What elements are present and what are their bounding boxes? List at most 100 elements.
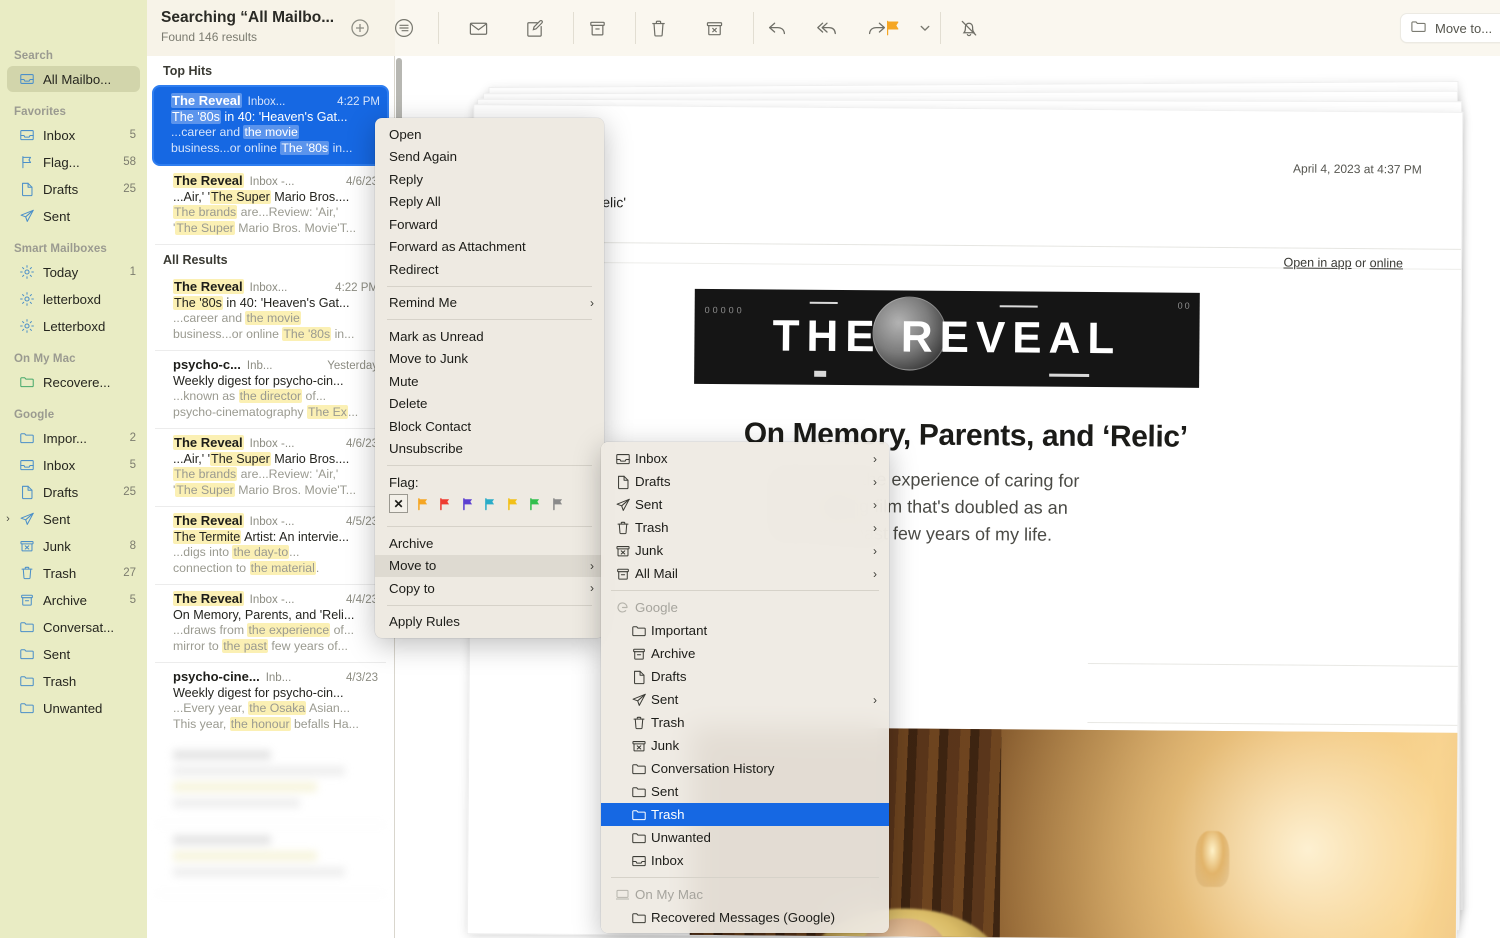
submenu-item-unwanted[interactable]: Unwanted: [601, 826, 889, 849]
flag-color-4-icon[interactable]: [482, 496, 498, 512]
sidebar-item-archive[interactable]: Archive5: [7, 587, 140, 613]
chevron-right-icon: ›: [873, 567, 877, 581]
context-menu-item-reply-all[interactable]: Reply All: [375, 191, 604, 214]
submenu-item-drafts[interactable]: Drafts: [601, 665, 889, 688]
message-list-item[interactable]: The RevealInbox...4:22 PMThe '80s in 40:…: [153, 86, 388, 165]
message-list-item[interactable]: The RevealInbox -...4/5/23The Termite Ar…: [155, 507, 386, 585]
sidebar-item-inbox[interactable]: Inbox5: [7, 122, 140, 148]
message-list-item[interactable]: The RevealInbox -...4/6/23...Air,' 'The …: [155, 429, 386, 507]
flag-color-6-icon[interactable]: [527, 496, 543, 512]
open-in-app-link[interactable]: Open in app: [1283, 255, 1351, 270]
context-menu-item-forward-as-attachment[interactable]: Forward as Attachment: [375, 236, 604, 259]
compose-icon[interactable]: [520, 14, 548, 42]
reply-all-icon[interactable]: [813, 14, 841, 42]
sidebar-item-sent[interactable]: ›Sent: [7, 506, 140, 532]
message-list-item[interactable]: The RevealInbox...4:22 PMThe '80s in 40:…: [155, 273, 386, 351]
list-item-blurred-2[interactable]: [155, 825, 386, 894]
submenu-item-sent[interactable]: Sent›: [601, 688, 889, 711]
context-menu-item-forward[interactable]: Forward: [375, 213, 604, 236]
submenu-item-sent[interactable]: Sent: [601, 780, 889, 803]
online-link[interactable]: online: [1370, 256, 1403, 270]
submenu-item-conversation-history[interactable]: Conversation History: [601, 757, 889, 780]
reply-icon[interactable]: [763, 14, 791, 42]
context-menu-item-mark-as-unread[interactable]: Mark as Unread: [375, 325, 604, 348]
submenu-item-drafts[interactable]: Drafts›: [601, 470, 889, 493]
sidebar-item-recovere[interactable]: Recovere...: [7, 369, 140, 395]
sidebar-item-flag[interactable]: Flag...58: [7, 149, 140, 175]
submenu-item-all-mail[interactable]: All Mail›: [601, 562, 889, 585]
context-menu-item-move-to[interactable]: Move to›: [375, 555, 604, 578]
submenu-item-trash[interactable]: Trash: [601, 711, 889, 734]
move-to-toolbar-button[interactable]: Move to...: [1400, 13, 1500, 43]
list-item-blurred-1[interactable]: [155, 740, 386, 825]
message-list-item[interactable]: The RevealInbox -...4/6/23...Air,' 'The …: [155, 167, 386, 245]
move-to-submenu[interactable]: Inbox›Drafts›Sent›Trash›Junk›All Mail›Go…: [601, 442, 889, 933]
sidebar-item-sent[interactable]: Sent: [7, 203, 140, 229]
sidebar-item-conversat[interactable]: Conversat...: [7, 614, 140, 640]
flag-color-3-icon[interactable]: [460, 496, 476, 512]
context-menu-item-label: Block Contact: [389, 419, 594, 434]
submenu-item-inbox[interactable]: Inbox: [601, 849, 889, 872]
context-menu-item-move-to-junk[interactable]: Move to Junk: [375, 348, 604, 371]
disclosure-chevron-icon[interactable]: ›: [3, 513, 13, 525]
sidebar-item-unwanted[interactable]: Unwanted: [7, 695, 140, 721]
message-list-item[interactable]: The RevealInbox -...4/4/23On Memory, Par…: [155, 585, 386, 663]
context-menu-item-label: Move to Junk: [389, 351, 594, 366]
flag-color-2-icon[interactable]: [437, 496, 453, 512]
get-mail-icon[interactable]: [464, 14, 492, 42]
submenu-item-junk[interactable]: Junk›: [601, 539, 889, 562]
sidebar-item-impor[interactable]: Impor...2: [7, 425, 140, 451]
context-menu-item-delete[interactable]: Delete: [375, 393, 604, 416]
archive-icon[interactable]: [583, 14, 611, 42]
flag-chevron-icon[interactable]: [911, 14, 939, 42]
sidebar-item-letterboxd[interactable]: letterboxd: [7, 286, 140, 312]
mute-icon[interactable]: [955, 14, 983, 42]
submenu-item-trash[interactable]: Trash: [601, 803, 889, 826]
flag-color-1-icon[interactable]: [415, 496, 431, 512]
new-smart-mailbox-icon[interactable]: [349, 17, 371, 39]
submenu-item-junk[interactable]: Junk: [601, 734, 889, 757]
context-menu-item-send-again[interactable]: Send Again: [375, 146, 604, 169]
sidebar-item-all-mailbo[interactable]: All Mailbo...: [7, 66, 140, 92]
sidebar-item-trash[interactable]: Trash27: [7, 560, 140, 586]
submenu-item-inbox[interactable]: Inbox›: [601, 447, 889, 470]
context-menu-item-archive[interactable]: Archive: [375, 532, 604, 555]
folder-icon: [1410, 18, 1427, 38]
submenu-item-trash[interactable]: Trash›: [601, 516, 889, 539]
context-menu-item-redirect[interactable]: Redirect: [375, 258, 604, 281]
delete-icon[interactable]: [644, 14, 672, 42]
submenu-item-recovered-messages-google[interactable]: Recovered Messages (Google): [601, 906, 889, 929]
context-menu-item-apply-rules[interactable]: Apply Rules: [375, 611, 604, 634]
context-menu-item-copy-to[interactable]: Copy to›: [375, 577, 604, 600]
flag-color-5-icon[interactable]: [505, 496, 521, 512]
sort-filter-icon[interactable]: [393, 17, 415, 39]
message-list[interactable]: Top HitsThe RevealInbox...4:22 PMThe '80…: [147, 56, 395, 938]
context-menu-item-open[interactable]: Open: [375, 123, 604, 146]
flag-color-7-icon[interactable]: [550, 496, 566, 512]
submenu-item-archive[interactable]: Archive: [601, 642, 889, 665]
sidebar-item-letterboxd[interactable]: Letterboxd: [7, 313, 140, 339]
sidebar-item-junk[interactable]: Junk8: [7, 533, 140, 559]
sidebar-item-drafts[interactable]: Drafts25: [7, 176, 140, 202]
sidebar-item-drafts[interactable]: Drafts25: [7, 479, 140, 505]
flag-clear-icon[interactable]: ✕: [389, 494, 408, 513]
flag-color-row[interactable]: ✕: [389, 494, 590, 513]
sidebar-item-sent[interactable]: Sent: [7, 641, 140, 667]
junk-icon: [17, 538, 36, 554]
flag-icon[interactable]: [879, 14, 907, 42]
context-menu-item-reply[interactable]: Reply: [375, 168, 604, 191]
submenu-item-important[interactable]: Important: [601, 619, 889, 642]
sidebar-item-today[interactable]: Today1: [7, 259, 140, 285]
context-menu-item-unsubscribe[interactable]: Unsubscribe: [375, 438, 604, 461]
submenu-item-sent[interactable]: Sent›: [601, 493, 889, 516]
sidebar-item-inbox[interactable]: Inbox5: [7, 452, 140, 478]
message-list-item[interactable]: psycho-cine...Inb...4/3/23Weekly digest …: [155, 663, 386, 740]
message-list-item[interactable]: psycho-c...Inb...YesterdayWeekly digest …: [155, 351, 386, 429]
context-menu-item-block-contact[interactable]: Block Contact: [375, 415, 604, 438]
sidebar-item-trash[interactable]: Trash: [7, 668, 140, 694]
context-menu-separator-2: [387, 526, 592, 527]
context-menu-item-remind-me[interactable]: Remind Me›: [375, 292, 604, 315]
message-context-menu[interactable]: OpenSend AgainReplyReply AllForwardForwa…: [375, 118, 604, 638]
junk-icon[interactable]: [700, 14, 728, 42]
context-menu-item-mute[interactable]: Mute: [375, 370, 604, 393]
